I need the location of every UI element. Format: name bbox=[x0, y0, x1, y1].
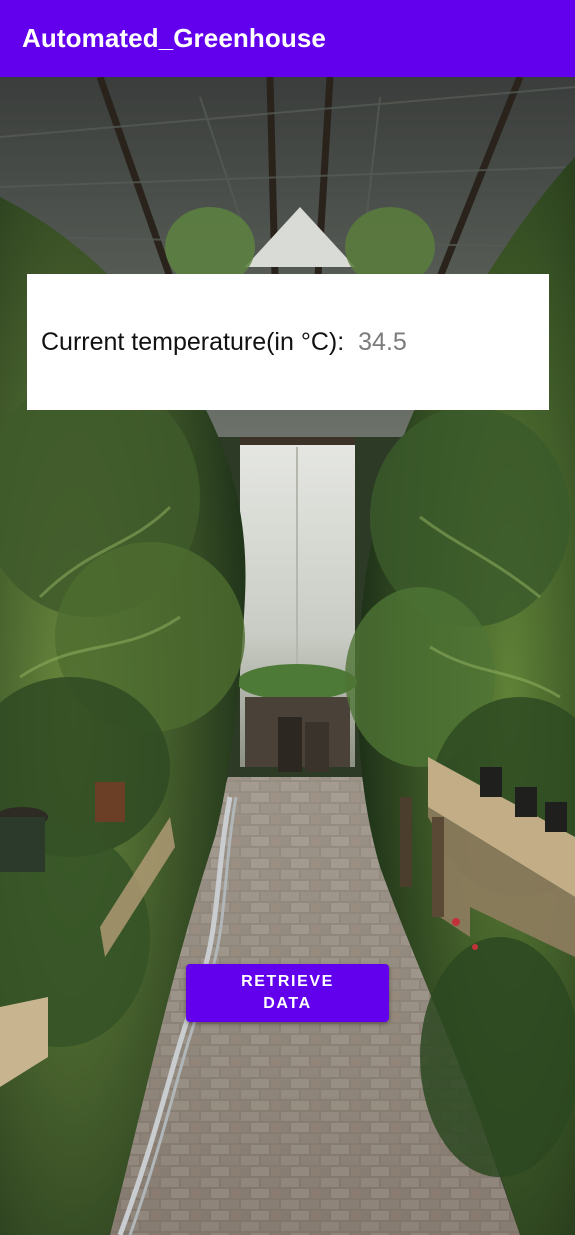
app-title: Automated_Greenhouse bbox=[22, 23, 326, 53]
greenhouse-background-image bbox=[0, 77, 575, 1235]
temperature-card: Current temperature(in °C): 34.5 bbox=[27, 274, 549, 410]
retrieve-data-button[interactable]: RETRIEVE DATA bbox=[186, 964, 389, 1022]
temperature-value: 34.5 bbox=[358, 327, 407, 356]
temperature-label: Current temperature(in °C): bbox=[41, 327, 345, 356]
app-screen: Automated_Greenhouse Current temperature… bbox=[0, 0, 575, 1235]
app-bar: Automated_Greenhouse bbox=[0, 0, 575, 77]
